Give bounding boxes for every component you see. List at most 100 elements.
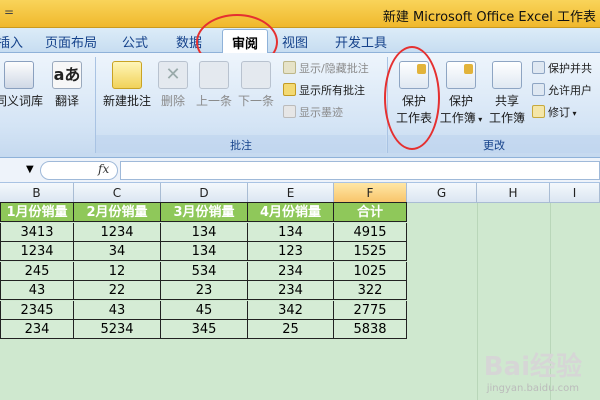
header-cell[interactable]: 合计 xyxy=(334,203,407,222)
dropdown-arrow-icon: ▾ xyxy=(570,109,577,118)
header-cell[interactable]: 4月份销量 xyxy=(248,203,334,222)
table-cell[interactable]: 25 xyxy=(248,320,334,339)
column-header-i[interactable]: I xyxy=(550,183,600,203)
protect-sheet-label-line1: 保护 xyxy=(401,94,426,108)
gridline xyxy=(477,203,478,400)
table-cell[interactable]: 134 xyxy=(248,222,334,242)
ink-icon xyxy=(283,105,296,118)
table-cell[interactable]: 4915 xyxy=(334,222,407,242)
table-cell[interactable]: 234 xyxy=(248,261,334,281)
table-cell[interactable]: 234 xyxy=(248,281,334,300)
header-cell[interactable]: 2月份销量 xyxy=(74,203,161,222)
tab-data[interactable]: 数据 xyxy=(176,32,202,51)
show-hide-comment-button[interactable]: 显示/隐藏批注 xyxy=(283,60,369,76)
watermark-url: jingyan.baidu.com xyxy=(486,383,579,394)
table-cell[interactable]: 43 xyxy=(74,300,161,320)
translate-icon: aあ xyxy=(52,61,82,89)
ribbon-tabs: 插入 页面布局 公式 数据 审阅 视图 开发工具 xyxy=(0,28,600,54)
protect-sheet-button[interactable]: 保护 工作表 xyxy=(392,61,436,126)
tab-view[interactable]: 视图 xyxy=(282,32,308,51)
show-ink-button[interactable]: 显示墨迹 xyxy=(283,104,343,120)
title-bar: = 新建 Microsoft Office Excel 工作表 xyxy=(0,0,600,28)
table-cell[interactable]: 322 xyxy=(334,281,407,300)
allow-users-label: 允许用户 xyxy=(548,84,592,97)
previous-comment-icon xyxy=(199,61,229,89)
table-cell[interactable]: 3413 xyxy=(0,222,74,242)
lock-icon xyxy=(532,61,545,74)
comments-icon xyxy=(283,83,296,96)
protect-and-share-label: 保护并共 xyxy=(548,62,592,75)
table-cell[interactable]: 5838 xyxy=(334,320,407,339)
table-cell[interactable]: 22 xyxy=(74,281,161,300)
translate-button[interactable]: aあ 翻译 xyxy=(50,61,84,109)
thesaurus-label: 同义词库 xyxy=(0,94,43,108)
insert-function-button[interactable]: fx xyxy=(98,162,109,176)
column-header-f[interactable]: F xyxy=(334,183,407,203)
table-cell[interactable]: 2775 xyxy=(334,300,407,320)
table-cell[interactable]: 45 xyxy=(161,300,248,320)
table-cell[interactable]: 534 xyxy=(161,261,248,281)
table-cell[interactable]: 245 xyxy=(0,261,74,281)
share-workbook-label-line1: 共享 xyxy=(494,94,519,108)
new-comment-button[interactable]: 新建批注 xyxy=(100,61,154,109)
show-all-comments-button[interactable]: 显示所有批注 xyxy=(283,82,365,98)
table-cell[interactable]: 234 xyxy=(0,320,74,339)
table-cell[interactable]: 1025 xyxy=(334,261,407,281)
track-changes-label: 修订 xyxy=(548,106,570,119)
allow-users-button[interactable]: 允许用户 xyxy=(532,82,592,98)
show-ink-label: 显示墨迹 xyxy=(299,106,343,119)
table-cell[interactable]: 342 xyxy=(248,300,334,320)
thesaurus-button[interactable]: 同义词库 xyxy=(0,61,46,109)
protect-sheet-icon xyxy=(399,61,429,89)
delete-comment-button[interactable]: ✕ 删除 xyxy=(156,61,190,109)
column-header-d[interactable]: D xyxy=(161,183,248,203)
protect-and-share-button[interactable]: 保护并共 xyxy=(532,60,592,76)
dropdown-arrow-icon: ▾ xyxy=(475,115,483,124)
previous-comment-label: 上一条 xyxy=(195,94,232,108)
protect-sheet-label-line2: 工作表 xyxy=(395,111,432,125)
next-comment-icon xyxy=(241,61,271,89)
table-cell[interactable]: 12 xyxy=(74,261,161,281)
tab-review[interactable]: 审阅 xyxy=(222,29,269,54)
quick-access-toolbar[interactable]: = xyxy=(4,5,14,19)
table-cell[interactable]: 1234 xyxy=(0,242,74,261)
window-title: 新建 Microsoft Office Excel 工作表 xyxy=(382,10,596,25)
table-cell[interactable]: 1234 xyxy=(74,222,161,242)
column-header-c[interactable]: C xyxy=(74,183,161,203)
protect-workbook-label-line2: 工作簿 xyxy=(439,111,476,125)
column-header-e[interactable]: E xyxy=(248,183,334,203)
table-cell[interactable]: 23 xyxy=(161,281,248,300)
new-comment-label: 新建批注 xyxy=(102,94,151,108)
name-box-dropdown-icon[interactable]: ▼ xyxy=(26,164,34,175)
tab-developer[interactable]: 开发工具 xyxy=(335,32,387,51)
table-cell[interactable]: 134 xyxy=(161,222,248,242)
track-changes-icon xyxy=(532,105,545,118)
header-cell[interactable]: 3月份销量 xyxy=(161,203,248,222)
table-cell[interactable]: 134 xyxy=(161,242,248,261)
share-workbook-button[interactable]: 共享 工作簿 xyxy=(486,61,528,126)
share-workbook-label-line2: 工作簿 xyxy=(488,111,525,125)
watermark-logo: Bai经验 xyxy=(483,352,582,382)
table-cell[interactable]: 5234 xyxy=(74,320,161,339)
column-header-b[interactable]: B xyxy=(0,183,74,203)
protect-workbook-button[interactable]: 保护 工作簿 ▾ xyxy=(438,61,484,126)
tab-insert[interactable]: 插入 xyxy=(0,32,23,51)
previous-comment-button[interactable]: 上一条 xyxy=(193,61,235,109)
tab-page-layout[interactable]: 页面布局 xyxy=(45,32,97,51)
column-header-g[interactable]: G xyxy=(407,183,477,203)
track-changes-button[interactable]: 修订 ▾ xyxy=(532,104,577,120)
tab-formulas[interactable]: 公式 xyxy=(122,32,148,51)
header-cell[interactable]: 1月份销量 xyxy=(0,203,74,222)
next-comment-label: 下一条 xyxy=(237,94,274,108)
changes-group-label: 更改 xyxy=(483,139,505,152)
table-cell[interactable]: 43 xyxy=(0,281,74,300)
table-cell[interactable]: 34 xyxy=(74,242,161,261)
formula-input[interactable] xyxy=(120,161,600,180)
table-cell[interactable]: 1525 xyxy=(334,242,407,261)
column-header-h[interactable]: H xyxy=(477,183,550,203)
table-cell[interactable]: 2345 xyxy=(0,300,74,320)
table-cell[interactable]: 123 xyxy=(248,242,334,261)
table-border xyxy=(0,202,407,203)
next-comment-button[interactable]: 下一条 xyxy=(235,61,277,109)
table-cell[interactable]: 345 xyxy=(161,320,248,339)
